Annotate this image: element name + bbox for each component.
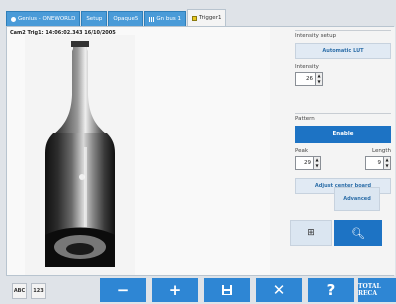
abc-button[interactable]: ABC bbox=[12, 283, 27, 299]
total-reca-button[interactable]: TOTAL RECA bbox=[358, 278, 396, 302]
pattern-label: Pattern bbox=[295, 116, 315, 122]
magnifier-icon: 🔍︎ bbox=[351, 226, 365, 240]
advanced-button[interactable]: Advanced bbox=[334, 187, 380, 211]
peak-stepper[interactable]: 29 ▲ ▼ bbox=[295, 156, 321, 170]
peak-value: 29 bbox=[304, 160, 311, 166]
app-window: Genius - ONEWORLD Setup Opaque5 Gn bus 1… bbox=[0, 0, 396, 304]
length-value: 9 bbox=[377, 160, 382, 166]
tab-opaque5[interactable]: Opaque5 bbox=[108, 11, 144, 26]
save-button[interactable] bbox=[204, 278, 250, 302]
tab-label: Trigger1 bbox=[198, 14, 222, 21]
measure-tool-button[interactable]: ⊞ bbox=[290, 220, 332, 246]
intensity-setup-label: Intensity setup bbox=[295, 33, 337, 39]
disk-icon bbox=[222, 285, 232, 295]
tab-genius[interactable]: Genius - ONEWORLD bbox=[6, 11, 81, 26]
trigger-icon bbox=[191, 15, 197, 21]
bottom-toolbar: ABC 123 − + ✕ ? TOTAL RECA bbox=[0, 276, 396, 304]
length-stepper[interactable]: 9 ▲ ▼ bbox=[365, 156, 391, 170]
pattern-section: Pattern Enable Peak Length 29 ▲ ▼ 9 ▲ ▼ … bbox=[295, 113, 391, 194]
numeric-button[interactable]: 123 bbox=[31, 283, 46, 299]
tab-setup[interactable]: Setup bbox=[81, 11, 108, 26]
tab-label: Opaque5 bbox=[113, 15, 139, 22]
dot-icon bbox=[11, 16, 16, 22]
minus-button[interactable]: − bbox=[100, 278, 146, 302]
camera-image-panel[interactable]: Cam2 Trig1: 14:06:02.343 16/10/2005 bbox=[7, 27, 270, 275]
bottle-image bbox=[25, 35, 135, 275]
arrow-down-icon[interactable]: ▼ bbox=[316, 79, 322, 85]
intensity-setup-section: Intensity setup Automatic LUT Intensity … bbox=[295, 30, 391, 86]
arrow-down-icon[interactable]: ▼ bbox=[314, 163, 320, 169]
tab-trigger1[interactable]: Trigger1 bbox=[186, 9, 227, 26]
help-button[interactable]: ? bbox=[308, 278, 354, 302]
intensity-value: 26 bbox=[306, 76, 313, 82]
tab-label: Setup bbox=[86, 15, 103, 22]
measure-icon: ⊞ bbox=[307, 228, 315, 238]
total-reca-label: TOTAL RECA bbox=[358, 283, 381, 297]
intensity-label: Intensity bbox=[295, 64, 319, 70]
length-label: Length bbox=[372, 148, 391, 154]
tab-label: Gn bus 1 bbox=[156, 15, 181, 22]
intensity-stepper[interactable]: 26 ▲ ▼ bbox=[295, 72, 323, 86]
enable-button[interactable]: Enable bbox=[295, 126, 391, 143]
tab-strip: Genius - ONEWORLD Setup Opaque5 Gn bus 1… bbox=[6, 9, 227, 26]
tab-label: Genius - ONEWORLD bbox=[18, 15, 76, 22]
peak-label: Peak bbox=[295, 148, 309, 154]
automatic-lut-button[interactable]: Automatic LUT bbox=[295, 43, 391, 59]
grid-icon bbox=[149, 16, 155, 22]
cancel-button[interactable]: ✕ bbox=[256, 278, 302, 302]
arrow-down-icon[interactable]: ▼ bbox=[384, 163, 390, 169]
plus-button[interactable]: + bbox=[152, 278, 198, 302]
zoom-button[interactable]: 🔍︎ bbox=[334, 220, 382, 246]
tab-gn-bus-1[interactable]: Gn bus 1 bbox=[144, 11, 186, 26]
